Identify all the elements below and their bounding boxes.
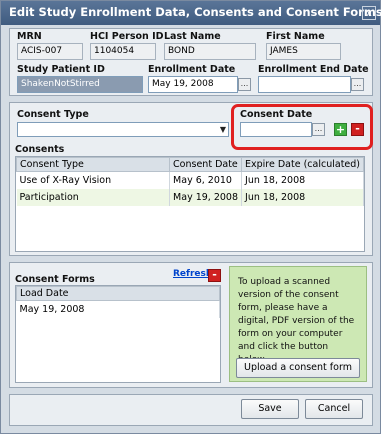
table-cell: Jun 18, 2008 bbox=[241, 188, 364, 206]
enrollment-end-date-label: Enrollment End Date bbox=[258, 64, 369, 75]
consent-type-select[interactable] bbox=[17, 122, 229, 137]
consent-date-field[interactable] bbox=[240, 122, 312, 137]
mrn-label: MRN bbox=[17, 31, 42, 42]
enrollment-end-date-field[interactable] bbox=[258, 76, 351, 93]
consent-date-picker-icon[interactable]: ... bbox=[312, 123, 325, 136]
consents-table: Consent Type Consent Date Expire Date (c… bbox=[15, 157, 364, 206]
last-name-label: Last Name bbox=[164, 31, 221, 42]
hci-person-id-field: 1104054 bbox=[90, 43, 156, 60]
upload-consent-form-button[interactable]: Upload a consent form bbox=[236, 358, 360, 378]
consents-title: Consents bbox=[15, 144, 65, 155]
window-title: Edit Study Enrollment Data, Consents and… bbox=[9, 5, 381, 19]
enrollment-date-field[interactable]: May 19, 2008 bbox=[148, 76, 238, 93]
upload-panel: To upload a scanned version of the conse… bbox=[229, 266, 367, 382]
refresh-link[interactable]: Refresh bbox=[173, 269, 212, 279]
consent-type-label: Consent Type bbox=[17, 109, 89, 120]
first-name-label: First Name bbox=[266, 31, 325, 42]
consents-header-row: Consent Type Consent Date Expire Date (c… bbox=[15, 157, 364, 172]
first-name-field: JAMES bbox=[266, 43, 341, 60]
upload-instructions: To upload a scanned version of the conse… bbox=[238, 277, 355, 365]
study-patient-id-label: Study Patient ID bbox=[17, 64, 105, 75]
table-cell: May 19, 2008 bbox=[16, 300, 220, 318]
chevron-down-icon[interactable]: ▼ bbox=[218, 122, 228, 137]
col-expire-date[interactable]: Expire Date (calculated) bbox=[241, 157, 364, 172]
cancel-button[interactable]: Cancel bbox=[305, 399, 363, 419]
mrn-field: ACIS-007 bbox=[17, 43, 83, 60]
title-bar: Edit Study Enrollment Data, Consents and… bbox=[1, 1, 381, 25]
save-button[interactable]: Save bbox=[241, 399, 299, 419]
list-item[interactable]: May 19, 2008 bbox=[16, 300, 220, 318]
end-date-picker-icon[interactable]: ... bbox=[351, 78, 364, 91]
consent-forms-table: Load Date May 19, 2008 bbox=[16, 286, 220, 318]
table-cell: Jun 18, 2008 bbox=[241, 171, 364, 189]
col-consent-date[interactable]: Consent Date bbox=[169, 157, 243, 172]
table-cell: May 19, 2008 bbox=[169, 188, 243, 206]
edit-enrollment-dialog: Edit Study Enrollment Data, Consents and… bbox=[0, 0, 381, 434]
hci-person-id-label: HCI Person ID bbox=[90, 31, 164, 42]
add-consent-button[interactable]: + bbox=[334, 123, 347, 136]
enrollment-date-label: Enrollment Date bbox=[148, 64, 236, 75]
col-consent-type[interactable]: Consent Type bbox=[15, 157, 171, 172]
remove-consent-button[interactable]: - bbox=[351, 123, 364, 136]
table-cell: Participation bbox=[16, 188, 171, 206]
consent-forms-title: Consent Forms bbox=[15, 274, 95, 285]
study-patient-id-field[interactable]: ShakenNotStirred bbox=[17, 76, 143, 93]
last-name-field: BOND bbox=[164, 43, 256, 60]
consent-date-label: Consent Date bbox=[240, 109, 313, 120]
table-cell: May 6, 2010 bbox=[169, 171, 243, 189]
consent-forms-header-row: Load Date bbox=[16, 286, 220, 301]
table-cell: Use of X-Ray Vision bbox=[16, 171, 171, 189]
table-row[interactable]: Use of X-Ray Vision May 6, 2010 Jun 18, … bbox=[16, 171, 364, 189]
table-row[interactable]: Participation May 19, 2008 Jun 18, 2008 bbox=[16, 188, 364, 206]
close-icon[interactable]: x bbox=[362, 6, 376, 20]
col-load-date[interactable]: Load Date bbox=[16, 286, 220, 301]
enrollment-date-picker-icon[interactable]: ... bbox=[238, 78, 251, 91]
remove-consent-form-button[interactable]: - bbox=[208, 269, 221, 282]
